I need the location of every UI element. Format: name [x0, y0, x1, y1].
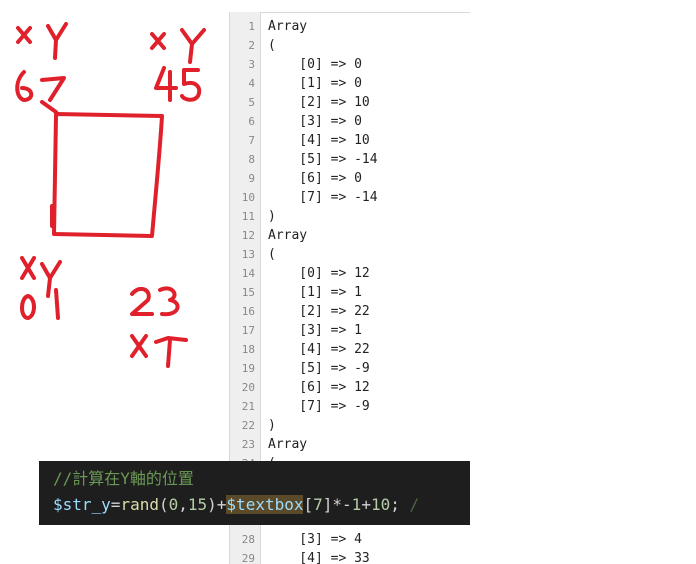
sketch-value-bottom-right — [130, 286, 180, 317]
line-number: 8 — [248, 153, 255, 166]
code-line[interactable]: [6] => 12 — [268, 378, 369, 397]
handwritten-sketch — [15, 22, 206, 368]
line-number: 29 — [241, 552, 255, 564]
line-number: 12 — [241, 229, 255, 242]
editor-top-border — [230, 12, 470, 13]
code-line[interactable]: [7] => -14 — [268, 188, 377, 207]
code-line[interactable]: [4] => 10 — [268, 131, 369, 150]
code-line[interactable]: [0] => 12 — [268, 264, 369, 283]
code-line[interactable]: [7] => -9 — [268, 397, 369, 416]
line-number: 23 — [241, 438, 255, 451]
token-open-paren: ( — [158, 495, 169, 514]
code-line[interactable]: [0] => 0 — [268, 55, 362, 74]
code-snippet-panel: //計算在Y軸的位置 $str_y=rand(0,15)+$textbox[7]… — [39, 461, 470, 525]
code-line[interactable]: [5] => -14 — [268, 150, 377, 169]
line-number: 13 — [241, 248, 255, 261]
token-trailing-comment: / — [399, 495, 420, 514]
code-line[interactable]: Array — [268, 435, 307, 454]
sketch-value-bottom-left — [20, 288, 60, 320]
line-number: 19 — [241, 362, 255, 375]
line-number: 28 — [241, 533, 255, 546]
sketch-label-top-left — [16, 22, 68, 60]
sketch-square — [50, 112, 164, 238]
token-close-plus: )+ — [207, 495, 227, 514]
line-number: 1 — [248, 20, 255, 33]
sketch-label-bottom-right — [130, 334, 188, 368]
line-number: 22 — [241, 419, 255, 432]
token-variable-textbox: $textbox — [226, 495, 304, 514]
token-plus: + — [361, 495, 371, 514]
code-line[interactable]: ) — [268, 416, 276, 435]
code-line[interactable]: ( — [268, 245, 276, 264]
code-line[interactable]: [3] => 4 — [268, 530, 362, 549]
line-number: 21 — [241, 400, 255, 413]
code-line[interactable]: [4] => 33 — [268, 549, 369, 564]
line-number: 20 — [241, 381, 255, 394]
line-number: 18 — [241, 343, 255, 356]
code-line[interactable]: [2] => 10 — [268, 93, 369, 112]
token-number: 7 — [313, 495, 323, 514]
code-line[interactable]: [5] => -9 — [268, 359, 369, 378]
code-statement: $str_y=rand(0,15)+$textbox[7]*-1+10; / — [53, 494, 419, 516]
code-line[interactable]: [2] => 22 — [268, 302, 369, 321]
line-number: 2 — [248, 39, 255, 52]
token-multiply-negate: *- — [332, 495, 352, 514]
token-equals: = — [110, 495, 121, 514]
token-index-open: [ — [303, 495, 314, 514]
line-number: 17 — [241, 324, 255, 337]
code-comment: //計算在Y軸的位置 — [53, 469, 194, 488]
token-number: 10 — [370, 495, 391, 514]
code-line[interactable]: ) — [268, 207, 276, 226]
token-variable-str-y: $str_y — [53, 495, 111, 514]
code-line[interactable]: [4] => 22 — [268, 340, 369, 359]
token-comma: , — [178, 495, 188, 514]
code-line[interactable]: [1] => 0 — [268, 74, 362, 93]
code-line[interactable]: Array — [268, 17, 307, 36]
line-number: 11 — [241, 210, 255, 223]
token-number: 15 — [187, 495, 208, 514]
line-number: 14 — [241, 267, 255, 280]
code-line[interactable]: [3] => 0 — [268, 112, 362, 131]
sketch-value-top-right — [154, 66, 202, 102]
code-line[interactable]: [3] => 1 — [268, 321, 362, 340]
line-number: 7 — [248, 134, 255, 147]
sketch-value-top-left — [15, 70, 66, 102]
line-number: 16 — [241, 305, 255, 318]
code-line[interactable]: [6] => 0 — [268, 169, 362, 188]
sketch-arrow — [40, 100, 58, 114]
token-number: 0 — [168, 495, 179, 514]
line-number: 15 — [241, 286, 255, 299]
token-index-close: ] — [322, 495, 333, 514]
code-line[interactable]: ( — [268, 36, 276, 55]
sketch-label-top-right — [150, 28, 206, 64]
line-number: 6 — [248, 115, 255, 128]
code-line[interactable]: Array — [268, 226, 307, 245]
line-number: 9 — [248, 172, 255, 185]
token-semicolon: ; — [390, 495, 400, 514]
token-number: 1 — [351, 495, 362, 514]
line-number: 10 — [241, 191, 255, 204]
line-number: 4 — [248, 77, 255, 90]
line-number: 5 — [248, 96, 255, 109]
line-number: 3 — [248, 58, 255, 71]
code-line[interactable]: [1] => 1 — [268, 283, 362, 302]
token-function-rand: rand — [120, 495, 159, 514]
